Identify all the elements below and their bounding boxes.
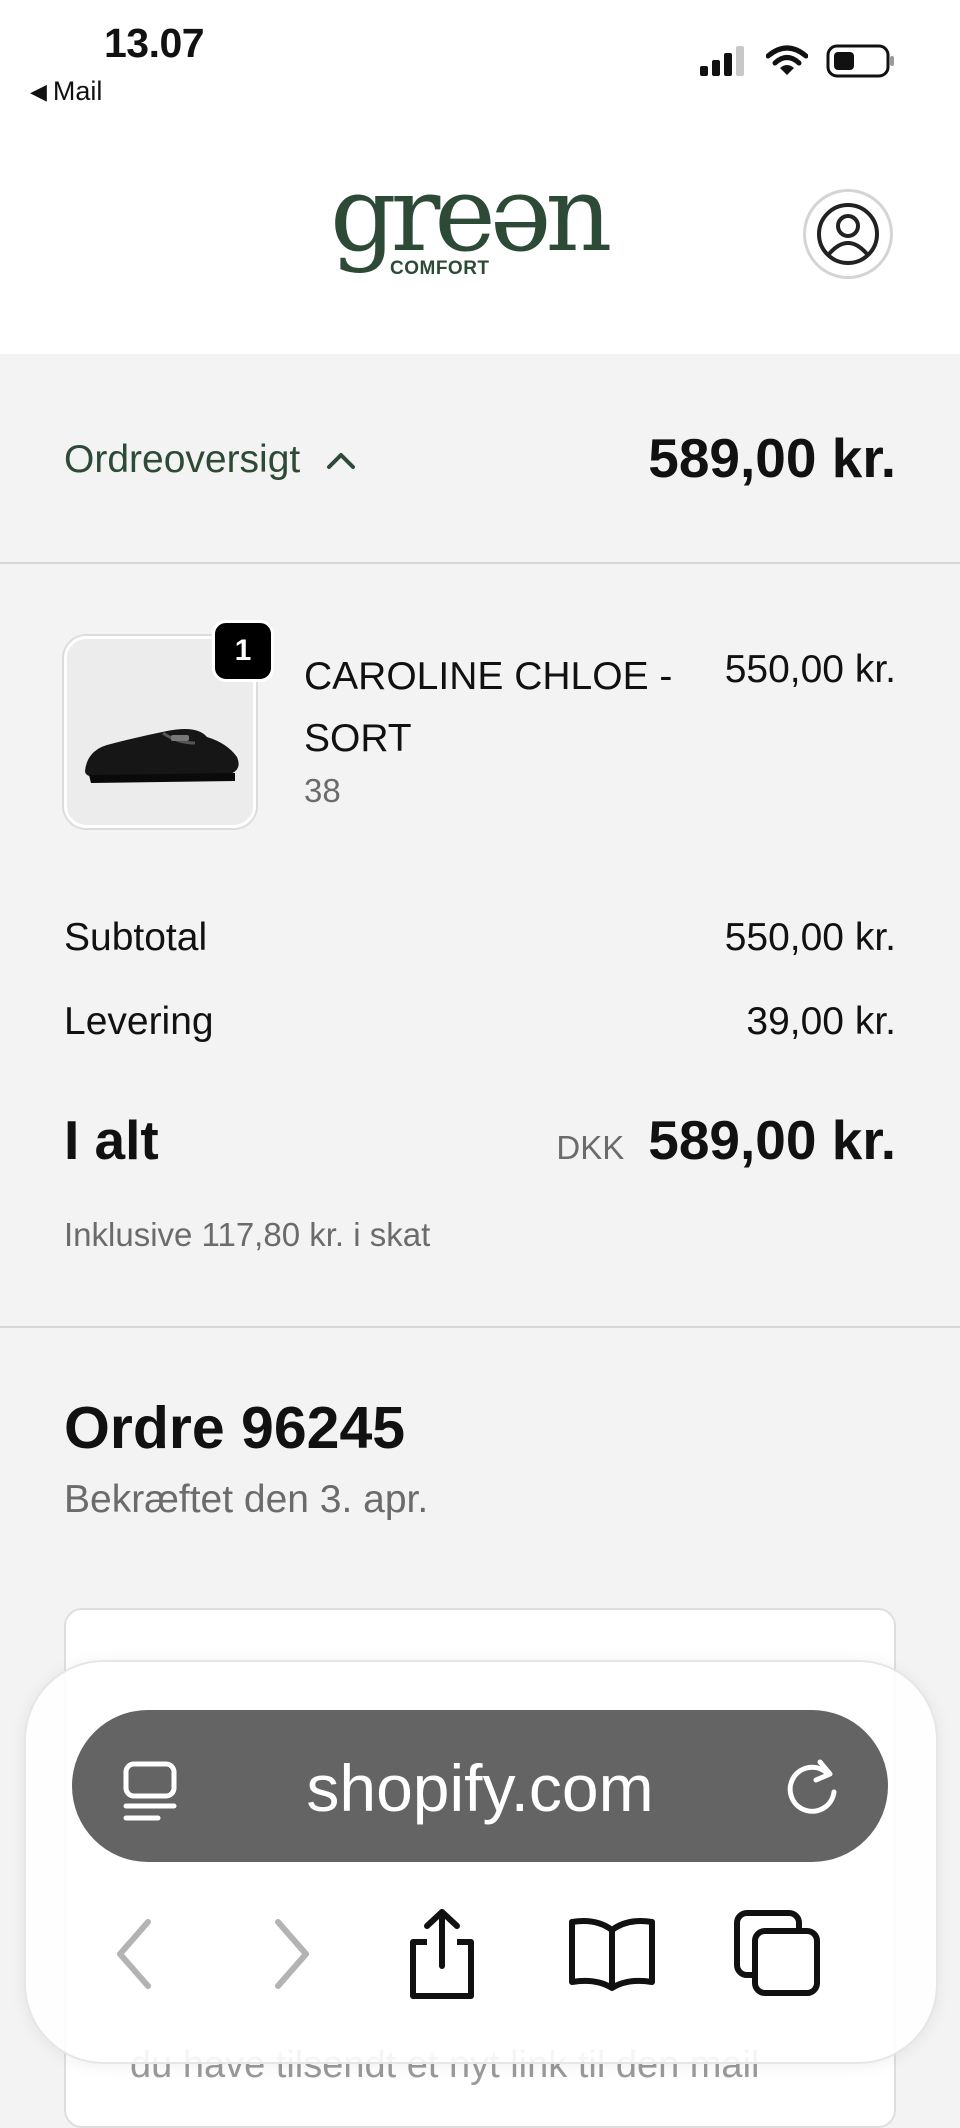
tabs-button[interactable] <box>728 1894 828 2014</box>
shipping-label: Levering <box>64 1000 214 1043</box>
chevron-up-icon <box>327 453 356 469</box>
order-summary-toggle[interactable]: Ordreoversigt 589,00 kr. <box>0 354 960 564</box>
currency-code: DKK <box>556 1129 625 1166</box>
reload-icon[interactable] <box>780 1754 844 1818</box>
tax-note: Inklusive 117,80 kr. i skat <box>64 1216 431 1253</box>
browser-toolbar: shopify.com <box>26 1662 936 2062</box>
subtotal-row: Subtotal 550,00 kr. <box>64 916 896 960</box>
status-time: 13.07 <box>104 20 205 66</box>
quantity-badge: 1 <box>212 620 274 682</box>
battery-icon <box>826 44 894 78</box>
share-icon <box>410 1909 474 1999</box>
product-name: CAROLINE CHLOE - SORT <box>304 655 673 760</box>
cellular-signal-icon <box>700 46 744 76</box>
order-summary-total: 589,00 kr. <box>648 427 896 489</box>
total-amount-group: DKK 589,00 kr. <box>556 1108 896 1172</box>
section-divider <box>0 1326 960 1328</box>
tabs-icon <box>734 1910 820 1996</box>
back-arrow-icon <box>117 1919 151 1989</box>
forward-arrow-icon <box>275 1919 309 1989</box>
bookmarks-button[interactable] <box>562 1894 662 2014</box>
order-summary-label: Ordreoversigt <box>64 438 301 481</box>
bookmarks-icon <box>569 1918 655 1991</box>
order-confirmed-date: Bekræftet den 3. apr. <box>64 1478 429 1521</box>
total-row: I alt DKK 589,00 kr. <box>64 1108 896 1172</box>
logo-subtitle: COMFORT <box>386 258 494 280</box>
account-button[interactable] <box>803 189 893 279</box>
back-triangle-icon: ◀ <box>30 78 47 104</box>
back-to-mail-label: Mail <box>52 76 103 106</box>
share-button[interactable] <box>392 1894 492 2014</box>
url-text: shopify.com <box>306 1751 654 1825</box>
subtotal-label: Subtotal <box>64 916 208 959</box>
browser-nav-row <box>26 1894 936 2014</box>
user-circle-icon <box>817 203 879 265</box>
order-title: Ordre 96245 <box>64 1395 406 1461</box>
back-button[interactable] <box>84 1894 184 2014</box>
subtotal-value: 550,00 kr. <box>724 916 896 959</box>
store-header: greən COMFORT <box>0 130 960 354</box>
product-price: 550,00 kr. <box>724 648 896 691</box>
shipping-value: 39,00 kr. <box>746 1000 896 1043</box>
total-label: I alt <box>64 1109 159 1171</box>
shipping-row: Levering 39,00 kr. <box>64 1000 896 1044</box>
product-size: 38 <box>304 772 341 809</box>
logo-wordmark: greən <box>330 153 612 275</box>
forward-button[interactable] <box>242 1894 342 2014</box>
status-bar: 13.07 ◀ Mail <box>0 0 960 130</box>
order-summary-label-group: Ordreoversigt <box>64 438 356 482</box>
back-to-mail-link[interactable]: ◀ Mail <box>30 76 102 107</box>
total-amount: 589,00 kr. <box>648 1109 896 1171</box>
address-bar[interactable]: shopify.com <box>72 1710 888 1862</box>
wifi-icon <box>766 45 808 75</box>
status-icons <box>700 44 896 78</box>
green-comfort-logo[interactable]: greən COMFORT <box>330 162 630 292</box>
